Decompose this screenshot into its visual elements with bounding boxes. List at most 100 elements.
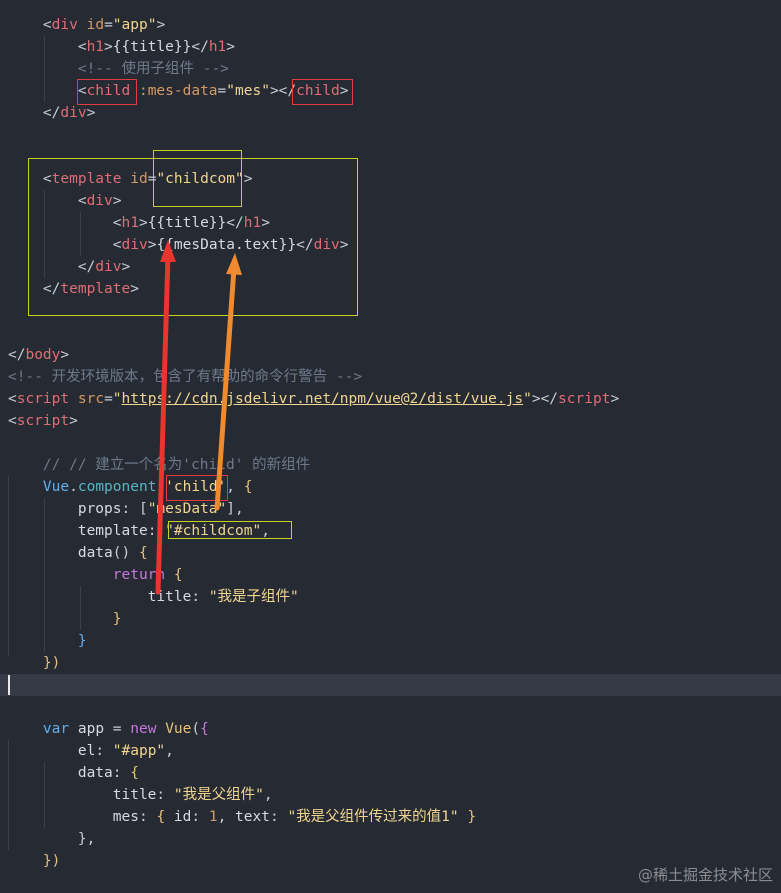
code-line[interactable]	[0, 146, 781, 168]
code-token: mes	[112, 809, 139, 825]
code-line[interactable]: <!-- 开发环境版本，包含了有帮助的命令行警告 -->	[0, 366, 781, 388]
code-token: {	[138, 545, 148, 561]
code-token: :mes-data	[138, 83, 218, 99]
code-token: :	[112, 765, 131, 781]
code-line[interactable]	[0, 322, 781, 344]
indent-guide	[8, 476, 9, 656]
indent-guide	[44, 36, 45, 102]
code-token: >	[121, 259, 131, 275]
watermark: @稀土掘金技术社区	[637, 866, 773, 884]
code-token: 1	[208, 809, 218, 825]
code-token: "#childcom"	[165, 523, 262, 539]
code-token: <	[112, 215, 122, 231]
code-line[interactable]: data: {	[0, 762, 781, 784]
code-line[interactable]: mes: { id: 1, text: "我是父组件传过来的值1" }	[0, 806, 781, 828]
code-line[interactable]: data() {	[0, 542, 781, 564]
code-line[interactable]: template: "#childcom",	[0, 520, 781, 542]
code-token: "#app"	[112, 743, 166, 759]
code-line[interactable]: return {	[0, 564, 781, 586]
code-token: </	[8, 347, 26, 363]
code-token: </	[42, 281, 61, 297]
code-line[interactable]	[0, 124, 781, 146]
code-token: },	[77, 831, 96, 847]
code-token: <!-- 使用子组件 -->	[77, 61, 229, 77]
code-line[interactable]	[0, 674, 781, 696]
code-token: "app"	[112, 17, 157, 33]
code-token: :	[156, 787, 174, 803]
code-line[interactable]: // // 建立一个名为'child' 的新组件	[0, 454, 781, 476]
code-line[interactable]: })	[0, 652, 781, 674]
code-line[interactable]: el: "#app",	[0, 740, 781, 762]
code-token: <	[77, 39, 87, 55]
code-line[interactable]: <script>	[0, 410, 781, 432]
code-line[interactable]: <h1>{{title}}</h1>	[0, 36, 781, 58]
code-line[interactable]	[0, 432, 781, 454]
code-line[interactable]: </div>	[0, 102, 781, 124]
code-token: text	[235, 809, 270, 825]
code-token: :	[191, 589, 209, 605]
code-token: ],	[226, 501, 244, 517]
code-token: })	[42, 853, 61, 869]
code-token: <	[77, 83, 87, 99]
code-line[interactable]: </template>	[0, 278, 781, 300]
code-token: ,	[217, 809, 236, 825]
code-line[interactable]: <template id="childcom">	[0, 168, 781, 190]
code-line[interactable]: <div>{{mesData.text}}</div>	[0, 234, 781, 256]
code-line[interactable]	[0, 300, 781, 322]
code-line[interactable]: Vue.component('child', {	[0, 476, 781, 498]
code-token: <	[8, 413, 17, 429]
indent-guide	[44, 498, 45, 652]
code-line[interactable]: <h1>{{title}}</h1>	[0, 212, 781, 234]
code-line[interactable]: title: "我是子组件"	[0, 586, 781, 608]
code-line[interactable]: </div>	[0, 256, 781, 278]
code-line[interactable]: props: ["mesData"],	[0, 498, 781, 520]
code-token: >	[86, 105, 96, 121]
indent-guide	[44, 762, 45, 828]
code-line[interactable]: <!-- 使用子组件 -->	[0, 58, 781, 80]
code-token: ()	[112, 545, 139, 561]
code-token: [	[138, 501, 148, 517]
code-line[interactable]	[0, 696, 781, 718]
code-line[interactable]: var app = new Vue({	[0, 718, 781, 740]
code-line[interactable]: },	[0, 828, 781, 850]
code-line[interactable]: }	[0, 630, 781, 652]
code-line[interactable]: <div>	[0, 190, 781, 212]
code-token: "	[112, 391, 122, 407]
code-token: props	[77, 501, 122, 517]
code-token: :	[269, 809, 288, 825]
code-line[interactable]: <child :mes-data="mes"></child>	[0, 80, 781, 102]
code-line[interactable]: title: "我是父组件",	[0, 784, 781, 806]
code-line[interactable]: <div id="app">	[0, 14, 781, 36]
code-token: script	[16, 391, 70, 407]
code-token: div	[86, 193, 113, 209]
code-token: =	[104, 391, 113, 407]
code-token: child	[296, 83, 340, 99]
code-token: script	[16, 413, 70, 429]
code-token: "mes"	[226, 83, 270, 99]
code-token: ,	[263, 787, 273, 803]
code-token: ,	[226, 479, 244, 495]
code-line[interactable]: <script src="https://cdn.jsdelivr.net/np…	[0, 388, 781, 410]
code-line[interactable]: </body>	[0, 344, 781, 366]
code-editor[interactable]: <div id="app"> <h1>{{title}}</h1> <!-- 使…	[0, 0, 781, 893]
code-token: h1	[243, 215, 262, 231]
code-token: new	[130, 721, 157, 737]
code-token: app	[69, 721, 113, 737]
indent-guide	[80, 212, 81, 256]
code-line[interactable]: }	[0, 608, 781, 630]
code-token: "我是父组件传过来的值1"	[287, 809, 459, 825]
code-token: ,	[165, 743, 174, 759]
